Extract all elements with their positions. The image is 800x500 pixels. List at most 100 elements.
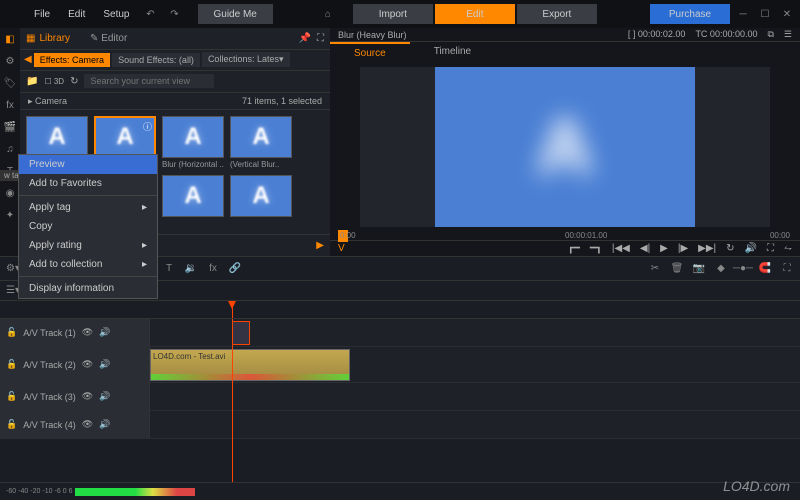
effect-thumb[interactable]: A (230, 175, 292, 228)
lock-icon[interactable]: 🔓 (6, 419, 17, 430)
pin-icon[interactable]: 📌 (299, 33, 311, 44)
eye-icon[interactable]: 👁 (82, 359, 93, 370)
undock-icon[interactable]: ⧉ (767, 29, 773, 40)
link-icon[interactable]: 🔗 (228, 262, 242, 276)
back-icon[interactable]: ◀ (24, 54, 32, 65)
track-header[interactable]: 🔓 A/V Track (2) 👁 🔊 (0, 347, 150, 382)
guide-me-button[interactable]: Guide Me (198, 4, 273, 24)
preview-panel: Blur (Heavy Blur) [ ] 00:00:02.00 TC 00:… (330, 28, 800, 256)
info-icon[interactable]: ⓘ (143, 120, 152, 133)
media-tool-icon[interactable]: ◧ (3, 32, 17, 46)
clip-small[interactable] (232, 321, 250, 345)
purchase-button[interactable]: Purchase (650, 4, 730, 24)
3d-toggle[interactable]: ☐ 3D (44, 77, 64, 86)
effect-thumb[interactable]: A (162, 175, 224, 228)
lock-icon[interactable]: 🔓 (6, 391, 17, 402)
trash-icon[interactable]: 🗑 (670, 262, 684, 276)
track-header[interactable]: 🔓 A/V Track (1) 👁 🔊 (0, 319, 150, 346)
menu-file[interactable]: File (26, 5, 58, 24)
audio-meter: -60 -40 -20 -10 -6 0 6 (0, 482, 800, 500)
snapshot-icon[interactable]: 📷 (692, 262, 706, 276)
home-icon[interactable]: ⌂ (317, 3, 339, 25)
close-icon[interactable]: ✕ (778, 7, 796, 21)
ctx-apply-rating[interactable]: Apply rating▸ (19, 236, 157, 255)
mark-in-icon[interactable]: ┏━ (568, 243, 580, 254)
wand-tool-icon[interactable]: ✦ (3, 208, 17, 222)
tl-fx-icon[interactable]: fx (206, 262, 220, 276)
music-tool-icon[interactable]: ♫ (3, 142, 17, 156)
timeline-tab[interactable]: Timeline (410, 42, 495, 63)
undo-icon[interactable]: ↶ (140, 3, 162, 25)
settings-icon[interactable]: ☰ (784, 29, 792, 40)
refresh-icon[interactable]: ↻ (70, 76, 78, 87)
zoomslider-icon[interactable]: ─●─ (736, 262, 750, 276)
source-tab[interactable]: Source (330, 42, 410, 63)
menu-setup[interactable]: Setup (95, 5, 137, 24)
step-back-icon[interactable]: ◀| (640, 243, 650, 254)
filter-collections[interactable]: Collections: Lates▾ (202, 52, 290, 67)
library-tab[interactable]: ▦ Library (26, 33, 70, 44)
ducking-icon[interactable]: 🔉 (184, 262, 198, 276)
playhead-icon[interactable] (232, 301, 233, 318)
track-header[interactable]: 🔓 A/V Track (3) 👁 🔊 (0, 383, 150, 410)
video-clip[interactable]: LO4D.com - Test.avi (150, 349, 350, 381)
eye-icon[interactable]: 👁 (82, 419, 93, 430)
clap-tool-icon[interactable]: 🎬 (3, 120, 17, 134)
lock-icon[interactable]: 🔓 (6, 327, 17, 338)
eye-icon[interactable]: 👁 (82, 327, 93, 338)
ctx-add-collection[interactable]: Add to collection▸ (19, 255, 157, 274)
v-label: V (338, 243, 345, 254)
thumbnail-grid: A Aⓘ r (Heavy Blur) A Blur (Horizontal .… (20, 110, 330, 234)
minimize-icon[interactable]: ─ (734, 7, 752, 21)
search-input[interactable] (84, 74, 214, 88)
effect-thumb[interactable]: A (Vertical Blur.. (230, 116, 292, 169)
razor-icon[interactable]: ✂ (648, 262, 662, 276)
play-smartmovie-icon[interactable]: ▶ (316, 240, 324, 251)
menu-edit[interactable]: Edit (60, 5, 93, 24)
ctx-preview[interactable]: Preview (19, 155, 157, 174)
playhead-line[interactable] (232, 319, 233, 482)
expand-icon[interactable]: ⛶ (317, 33, 324, 44)
speaker-icon[interactable]: 🔊 (99, 419, 110, 430)
item-count: 71 items, 1 selected (242, 96, 322, 106)
editor-tab[interactable]: ✎ Editor (90, 33, 127, 44)
redo-icon[interactable]: ↷ (164, 3, 186, 25)
ctx-apply-tag[interactable]: Apply tag▸ (19, 198, 157, 217)
title-icon[interactable]: T (162, 262, 176, 276)
track-header[interactable]: 🔓 A/V Track (4) 👁 🔊 (0, 411, 150, 438)
step-fwd-icon[interactable]: |▶ (678, 243, 688, 254)
effect-thumb[interactable]: A Blur (Horizontal .. (162, 116, 224, 169)
timeline-ruler[interactable] (0, 301, 800, 319)
tag-tool-icon[interactable]: 🏷 (3, 76, 17, 90)
speaker-icon[interactable]: 🔊 (99, 359, 110, 370)
tl-expand-icon[interactable]: ⛶ (780, 262, 794, 276)
lock-icon[interactable]: 🔓 (6, 359, 17, 370)
shuttle-icon[interactable]: ⥊ (784, 243, 792, 254)
marker-icon[interactable]: ◆ (714, 262, 728, 276)
loop-icon[interactable]: ↻ (726, 243, 734, 254)
ctx-favorites[interactable]: Add to Favorites (19, 174, 157, 193)
play-icon[interactable]: ▶ (660, 243, 668, 254)
mark-out-icon[interactable]: ━┓ (590, 243, 602, 254)
filter-effects[interactable]: Effects: Camera (34, 53, 110, 67)
ctx-display-info[interactable]: Display information (19, 279, 157, 298)
maximize-icon[interactable]: ☐ (756, 7, 774, 21)
speaker-icon[interactable]: 🔊 (99, 327, 110, 338)
eye-icon[interactable]: 👁 (82, 391, 93, 402)
import-button[interactable]: Import (353, 4, 433, 24)
edit-button[interactable]: Edit (435, 4, 515, 24)
volume-icon[interactable]: 🔊 (745, 243, 757, 254)
frame-fwd-icon[interactable]: ▶▶| (698, 243, 716, 254)
preview-ruler[interactable]: 0:00 00:00:01.00 00:00 (330, 231, 800, 240)
filter-sound[interactable]: Sound Effects: (all) (112, 53, 200, 67)
fx-tool-icon[interactable]: fx (3, 98, 17, 112)
export-button[interactable]: Export (517, 4, 597, 24)
speaker-icon[interactable]: 🔊 (99, 391, 110, 402)
frame-back-icon[interactable]: |◀◀ (612, 243, 630, 254)
fullscreen-icon[interactable]: ⛶ (767, 243, 774, 254)
disc-tool-icon[interactable]: ◉ (3, 186, 17, 200)
gear-tool-icon[interactable]: ⚙ (3, 54, 17, 68)
folder-icon[interactable]: 📁 (26, 76, 38, 87)
magnet-icon[interactable]: 🧲 (758, 262, 772, 276)
ctx-copy[interactable]: Copy (19, 217, 157, 236)
